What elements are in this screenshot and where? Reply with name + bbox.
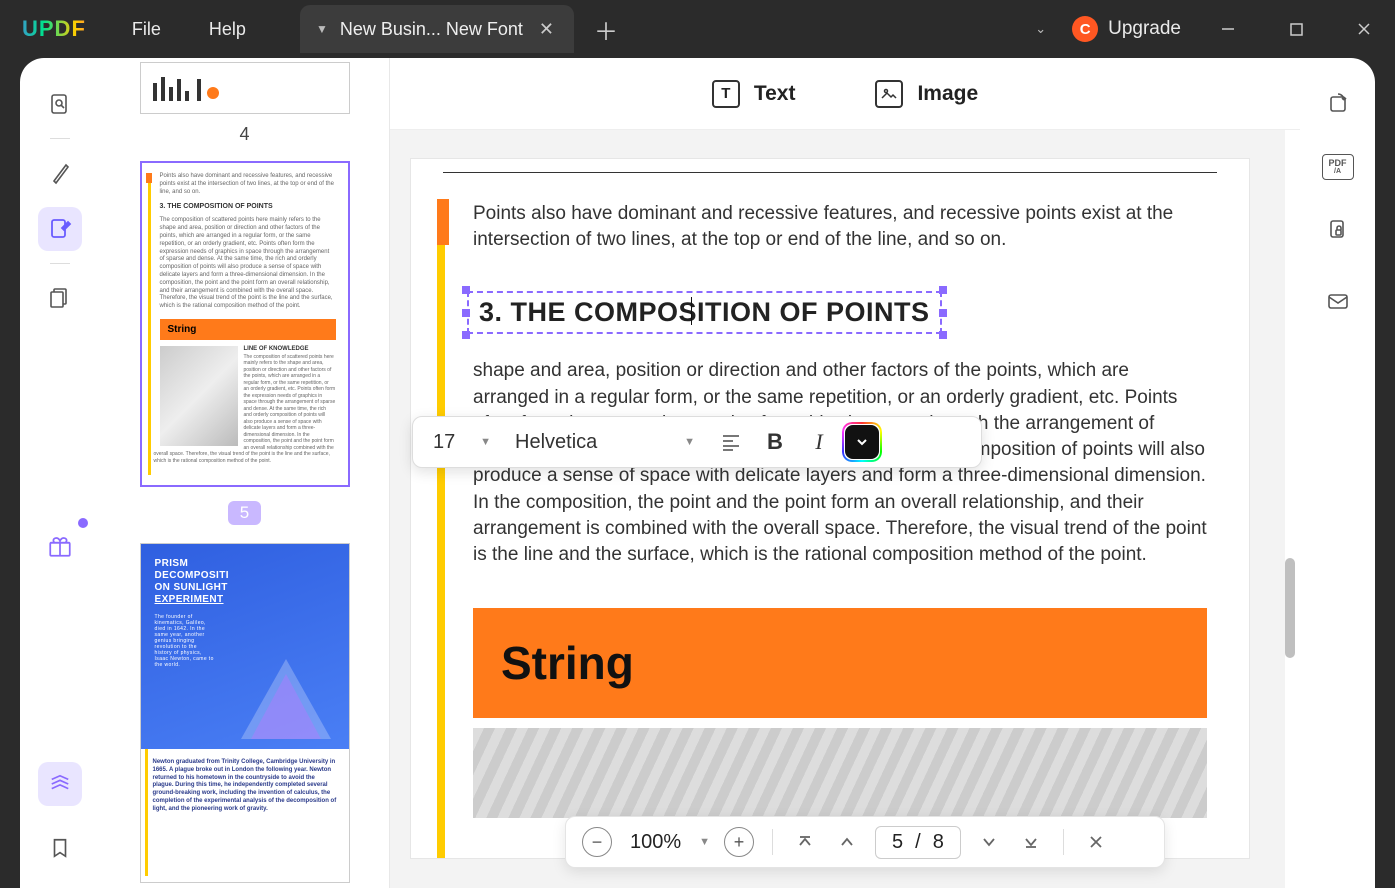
tab-close-icon[interactable]: ✕: [535, 19, 558, 40]
edit-image-mode[interactable]: Image: [875, 80, 978, 108]
pages-tool[interactable]: [38, 276, 82, 320]
next-page-button[interactable]: [975, 828, 1003, 856]
font-family-select[interactable]: Helvetica ▼: [505, 431, 705, 454]
menu-help[interactable]: Help: [185, 19, 270, 40]
rotate-tool[interactable]: [1316, 82, 1360, 126]
account-dropdown[interactable]: ⌄: [1035, 21, 1046, 37]
document-tab[interactable]: ▼ New Busin... New Font ✕: [300, 5, 574, 53]
italic-button[interactable]: I: [801, 424, 837, 460]
search-tool[interactable]: [38, 82, 82, 126]
left-tool-rail: [20, 58, 100, 888]
text-caret: [691, 297, 692, 325]
resize-handle[interactable]: [462, 309, 470, 317]
caret-down-icon: ▼: [684, 436, 695, 448]
resize-handle[interactable]: [462, 331, 470, 339]
page-margin-bar: [437, 199, 445, 858]
prev-page-button[interactable]: [833, 828, 861, 856]
font-size-value: 17: [433, 431, 455, 454]
rail-separator: [50, 263, 70, 264]
thumbnail-label-5: 5: [228, 501, 261, 525]
notification-dot-icon: [78, 518, 88, 528]
text-format-toolbar: 17 ▼ Helvetica ▼ B I: [412, 416, 982, 468]
resize-handle[interactable]: [462, 286, 470, 294]
first-page-button[interactable]: [791, 828, 819, 856]
image-icon: [875, 80, 903, 108]
thumbnail-page-4[interactable]: [140, 62, 350, 114]
close-pager-button[interactable]: [1082, 828, 1110, 856]
protect-tool[interactable]: [1316, 208, 1360, 252]
window-close-button[interactable]: [1343, 14, 1385, 44]
selected-text-box[interactable]: 3. THE COMPOSITION OF POINTS: [467, 291, 942, 334]
section-heading: 3. THE COMPOSITION OF POINTS: [479, 297, 930, 328]
article-image[interactable]: [473, 728, 1207, 818]
zoom-value: 100%: [626, 831, 685, 854]
zoom-out-button[interactable]: −: [582, 827, 612, 857]
bookmarks-panel-button[interactable]: [38, 826, 82, 870]
titlebar: UPDF File Help ▼ New Busin... New Font ✕…: [0, 0, 1395, 58]
font-family-value: Helvetica: [515, 431, 597, 454]
new-tab-button[interactable]: ＋: [574, 12, 638, 47]
share-tool[interactable]: [1316, 280, 1360, 324]
thumbnails-panel-button[interactable]: [38, 762, 82, 806]
resize-handle[interactable]: [939, 331, 947, 339]
doc-scrollbar[interactable]: [1285, 558, 1295, 658]
upgrade-button[interactable]: C Upgrade: [1072, 16, 1181, 42]
string-heading: String: [501, 636, 1179, 690]
body-paragraph[interactable]: Points also have dominant and recessive …: [473, 201, 1207, 253]
app-logo: UPDF: [0, 16, 108, 42]
edit-image-label: Image: [917, 82, 978, 106]
caret-down-icon: ▼: [480, 436, 491, 448]
app-stage: PDF/A 4 Points also have dominant and re…: [20, 58, 1375, 888]
window-maximize-button[interactable]: [1275, 14, 1317, 44]
resize-handle[interactable]: [939, 309, 947, 317]
upgrade-label: Upgrade: [1108, 18, 1181, 40]
last-page-button[interactable]: [1017, 828, 1045, 856]
zoom-dropdown[interactable]: ▼: [699, 836, 710, 848]
zoom-in-button[interactable]: +: [724, 827, 754, 857]
thumbnail-page-5[interactable]: Points also have dominant and recessive …: [140, 161, 350, 487]
separator: [1063, 829, 1064, 855]
rail-separator: [50, 138, 70, 139]
page-divider: [443, 172, 1217, 173]
font-size-select[interactable]: 17 ▼: [427, 431, 497, 454]
align-left-button[interactable]: [713, 424, 749, 460]
page-indicator[interactable]: 5 / 8: [875, 826, 961, 859]
edit-mode-toolbar: T Text Image: [390, 58, 1300, 130]
separator: [772, 829, 773, 855]
window-minimize-button[interactable]: [1207, 14, 1249, 44]
edit-tool[interactable]: [38, 207, 82, 251]
page-navigation-toolbar: − 100% ▼ + 5 / 8: [565, 816, 1165, 868]
page-accent-bar: [437, 199, 449, 245]
current-page: 5: [892, 831, 903, 854]
resize-handle[interactable]: [939, 286, 947, 294]
bold-button[interactable]: B: [757, 424, 793, 460]
page-5: Points also have dominant and recessive …: [410, 158, 1250, 859]
edit-text-label: Text: [754, 82, 796, 106]
tab-title: New Busin... New Font: [340, 19, 523, 40]
page-sep: /: [915, 831, 921, 854]
edit-text-mode[interactable]: T Text: [712, 80, 796, 108]
document-viewport[interactable]: Points also have dominant and recessive …: [390, 130, 1285, 888]
thumbnail-label-4: 4: [120, 124, 369, 145]
tab-menu-icon[interactable]: ▼: [316, 22, 328, 36]
string-heading-block[interactable]: String: [473, 608, 1207, 718]
thumbnail-panel: 4 Points also have dominant and recessiv…: [100, 58, 390, 888]
right-tool-rail: PDF/A: [1300, 58, 1375, 888]
annotate-tool[interactable]: [38, 151, 82, 195]
pdfa-tool[interactable]: PDF/A: [1322, 154, 1354, 180]
text-color-picker[interactable]: [845, 425, 879, 459]
gift-button[interactable]: [38, 524, 82, 568]
menu-file[interactable]: File: [108, 19, 185, 40]
text-icon: T: [712, 80, 740, 108]
account-avatar: C: [1072, 16, 1098, 42]
total-pages: 8: [933, 831, 944, 854]
thumbnail-page-6[interactable]: PRISM DECOMPOSITI ON SUNLIGHT EXPERIMENT…: [140, 543, 350, 883]
